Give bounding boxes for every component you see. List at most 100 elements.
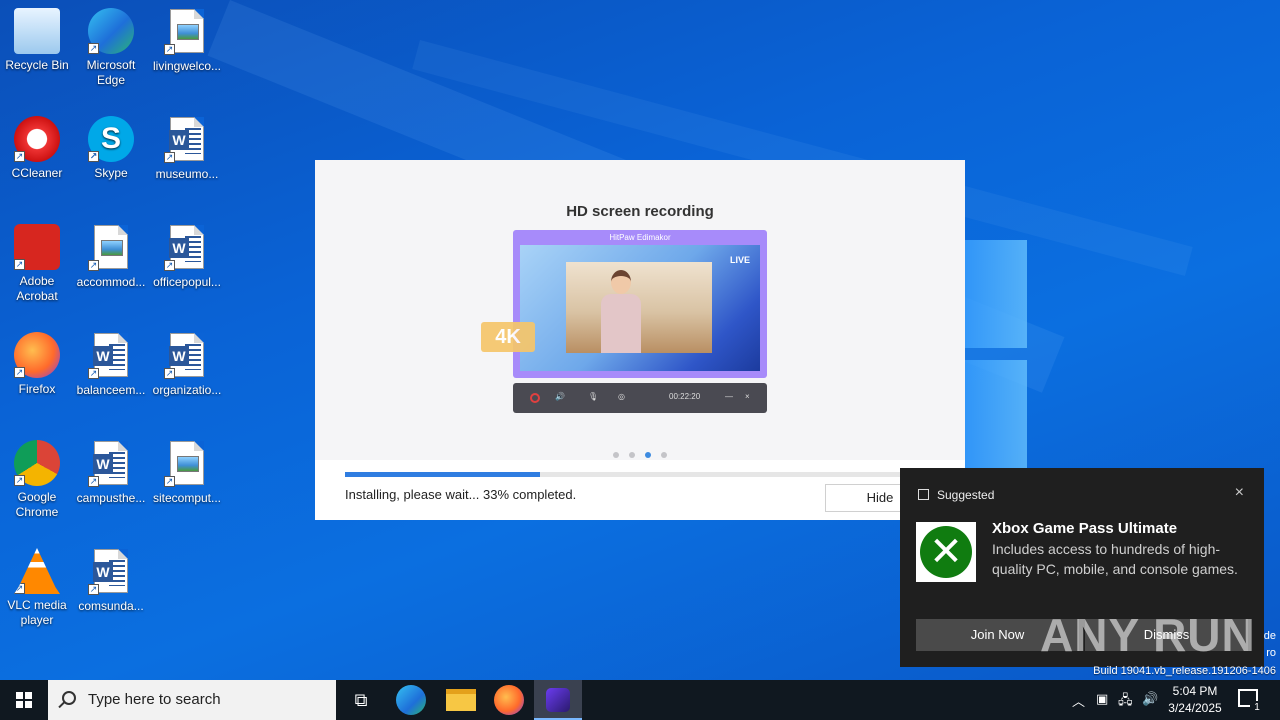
network-icon[interactable]: 🖧 [1118, 691, 1133, 713]
shortcut-arrow-icon: ↗ [164, 260, 175, 271]
desktop-icon-label: comsunda... [78, 599, 144, 613]
desktop-icon[interactable]: ↗ sitecomput... [150, 440, 224, 506]
shortcut-arrow-icon: ↗ [164, 152, 175, 163]
shortcut-arrow-icon: ↗ [14, 367, 25, 378]
install-progress-bar [345, 472, 935, 477]
desktop-icon[interactable]: W ↗ campusthe... [74, 440, 148, 506]
live-label: LIVE [729, 255, 750, 265]
close-icon: × [745, 392, 750, 401]
image-file-icon: ↗ [164, 441, 210, 487]
desktop-icon[interactable]: W ↗ balanceem... [74, 332, 148, 398]
shortcut-arrow-icon: ↗ [164, 44, 175, 55]
firefox-icon: ↗ [14, 332, 60, 378]
desktop-icon-label: organizatio... [152, 383, 222, 397]
ccleaner-icon: ↗ [14, 116, 60, 162]
shortcut-arrow-icon: ↗ [14, 475, 25, 486]
desktop-icon[interactable]: S ↗ Skype [74, 116, 148, 181]
edge-taskbar-icon[interactable] [396, 685, 426, 715]
carousel-dot-active[interactable] [645, 452, 651, 458]
word-doc-icon: W ↗ [88, 549, 134, 595]
taskbar-clock[interactable]: 5:04 PM 3/24/2025 [1160, 683, 1230, 717]
desktop-icon-label: officepopul... [153, 275, 221, 289]
acrobat-icon: ↗ [14, 224, 60, 270]
desktop-edge-text: de [1263, 630, 1276, 642]
desktop-edge-text: ro [1266, 647, 1276, 659]
slide-title: HD screen recording [566, 203, 714, 220]
minimize-icon: — [725, 392, 733, 401]
skype-icon: S ↗ [88, 116, 134, 162]
installer-window: HD screen recording HitPaw Edimakor LIVE… [315, 160, 965, 520]
carousel-dot[interactable] [613, 452, 619, 458]
desktop-icon-label: Skype [94, 166, 128, 180]
desktop-icon[interactable]: ↗ Google Chrome [0, 440, 74, 520]
edge-icon: ↗ [88, 8, 134, 54]
volume-icon[interactable]: 🔊 [1142, 691, 1158, 707]
desktop-icon[interactable]: W ↗ officepopul... [150, 224, 224, 290]
recording-toolbar: 🔊 🎙 ◎ 00:22:20 — × [513, 383, 767, 413]
desktop-icon[interactable]: ↗ livingwelco... [150, 8, 224, 74]
search-icon [62, 691, 76, 705]
clock-date: 3/24/2025 [1168, 701, 1222, 715]
install-status: Installing, please wait... 33% completed… [345, 487, 577, 502]
word-doc-icon: W ↗ [164, 117, 210, 163]
toast-title: Xbox Game Pass Ultimate [992, 520, 1178, 537]
shortcut-arrow-icon: ↗ [14, 583, 25, 594]
word-doc-icon: W ↗ [164, 225, 210, 271]
desktop-icon-label: Recycle Bin [5, 58, 69, 72]
image-file-icon: ↗ [164, 9, 210, 55]
carousel-dot[interactable] [629, 452, 635, 458]
speaker-icon: 🔊 [555, 392, 565, 401]
teacher-photo [566, 262, 712, 353]
desktop-icon[interactable]: ↗ Firefox [0, 332, 74, 397]
vlc-icon: ↗ [14, 548, 60, 594]
shortcut-arrow-icon: ↗ [164, 476, 175, 487]
image-file-icon: ↗ [88, 225, 134, 271]
desktop-icon-label: livingwelco... [152, 59, 222, 73]
desktop-icon[interactable]: Recycle Bin [0, 8, 74, 73]
desktop-icon-label: accommod... [76, 275, 146, 289]
carousel-dots [613, 445, 677, 463]
desktop-icon-label: CCleaner [11, 166, 63, 180]
notification-count: 1 [1250, 701, 1264, 715]
anyrun-watermark: ANY RUN [1040, 609, 1256, 661]
shortcut-arrow-icon: ↗ [14, 259, 25, 270]
desktop-icon-label: Microsoft Edge [86, 58, 136, 87]
start-button[interactable] [0, 680, 48, 720]
badge-4k: 4K [481, 322, 535, 352]
carousel-dot[interactable] [661, 452, 667, 458]
suggested-icon [918, 489, 929, 500]
taskbar-search-box[interactable]: Type here to search [48, 680, 336, 720]
desktop-icon-label: Google Chrome [15, 490, 59, 519]
shortcut-arrow-icon: ↗ [88, 260, 99, 271]
shortcut-arrow-icon: ↗ [88, 368, 99, 379]
shortcut-arrow-icon: ↗ [164, 368, 175, 379]
toast-body: Includes access to hundreds of high-qual… [992, 541, 1238, 577]
edimakor-taskbar-icon[interactable] [534, 680, 582, 720]
search-placeholder: Type here to search [88, 691, 221, 708]
desktop-icon-label: sitecomput... [152, 491, 222, 505]
file-explorer-icon[interactable] [446, 689, 476, 711]
firefox-taskbar-icon[interactable] [494, 685, 524, 715]
shortcut-arrow-icon: ↗ [88, 584, 99, 595]
toast-close-icon[interactable]: × [1235, 484, 1244, 502]
shortcut-arrow-icon: ↗ [88, 43, 99, 54]
build-info: Build 19041.vb_release.191206-1406 [1093, 665, 1276, 677]
word-doc-icon: W ↗ [88, 441, 134, 487]
recycle-bin-icon [14, 8, 60, 54]
desktop-icon[interactable]: W ↗ organizatio... [150, 332, 224, 398]
desktop-icon[interactable]: ↗ Adobe Acrobat [0, 224, 74, 304]
word-doc-icon: W ↗ [88, 333, 134, 379]
desktop-icon[interactable]: ↗ Microsoft Edge [74, 8, 148, 88]
show-hidden-icons[interactable]: ︿ [1072, 691, 1085, 710]
wallpaper-windows-logo [965, 240, 1030, 470]
task-view-icon[interactable]: ⧉ [346, 685, 376, 715]
preview-screen: LIVE [520, 245, 760, 371]
desktop-icon[interactable]: W ↗ museumo... [150, 116, 224, 182]
desktop-icon[interactable]: ↗ accommod... [74, 224, 148, 290]
meet-now-icon[interactable]: ▣ [1096, 691, 1108, 707]
taskbar: Type here to search ⧉ ︿ ▣ 🖧 🔊 5:04 PM 3/… [0, 680, 1280, 720]
word-doc-icon: W ↗ [164, 333, 210, 379]
desktop-icon[interactable]: ↗ CCleaner [0, 116, 74, 181]
desktop-icon[interactable]: ↗ VLC media player [0, 548, 74, 628]
desktop-icon[interactable]: W ↗ comsunda... [74, 548, 148, 614]
